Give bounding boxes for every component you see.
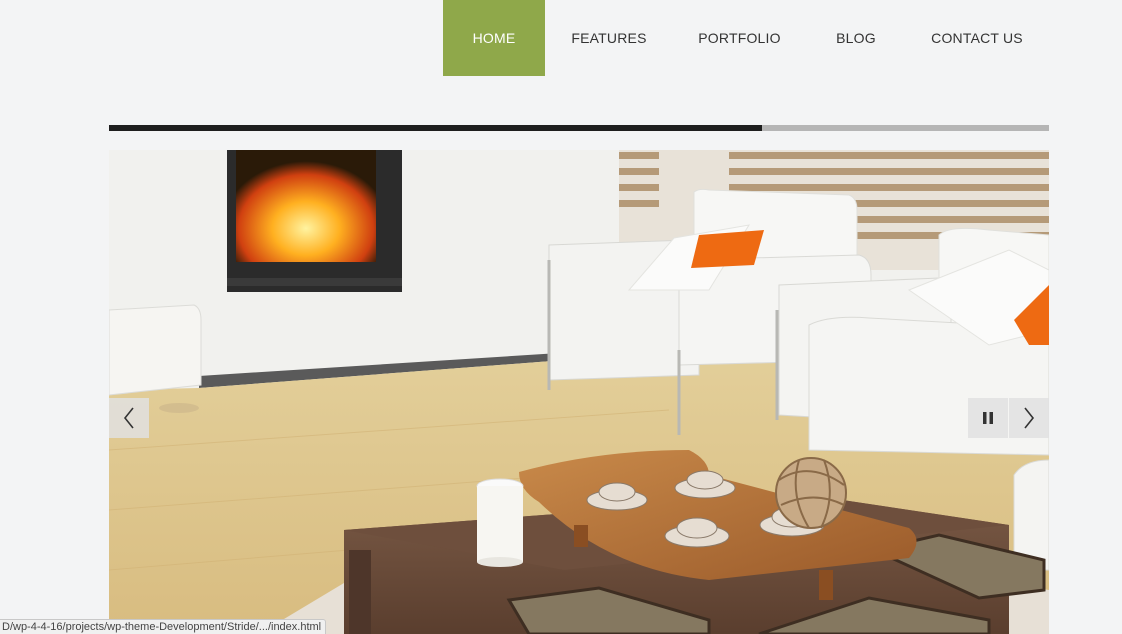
slider-next-button[interactable] xyxy=(1009,398,1049,438)
hero-slider xyxy=(109,150,1049,634)
main-navigation: HOME FEATURES PORTFOLIO BLOG CONTACT US xyxy=(443,0,1048,76)
nav-contact-us[interactable]: CONTACT US xyxy=(906,0,1048,76)
slide-image-living-room xyxy=(109,150,1049,634)
chevron-right-icon xyxy=(1024,407,1035,429)
slider-pause-button[interactable] xyxy=(968,398,1008,438)
slider-progress-bar xyxy=(109,125,1049,131)
slider-prev-button[interactable] xyxy=(109,398,149,438)
chevron-left-icon xyxy=(123,407,134,429)
nav-blog[interactable]: BLOG xyxy=(806,0,906,76)
nav-features[interactable]: FEATURES xyxy=(545,0,673,76)
pause-icon xyxy=(983,412,993,424)
nav-portfolio[interactable]: PORTFOLIO xyxy=(673,0,806,76)
browser-status-url: D/wp-4-4-16/projects/wp-theme-Developmen… xyxy=(0,619,327,634)
slider-progress-fill xyxy=(109,125,763,131)
nav-home[interactable]: HOME xyxy=(443,0,545,76)
